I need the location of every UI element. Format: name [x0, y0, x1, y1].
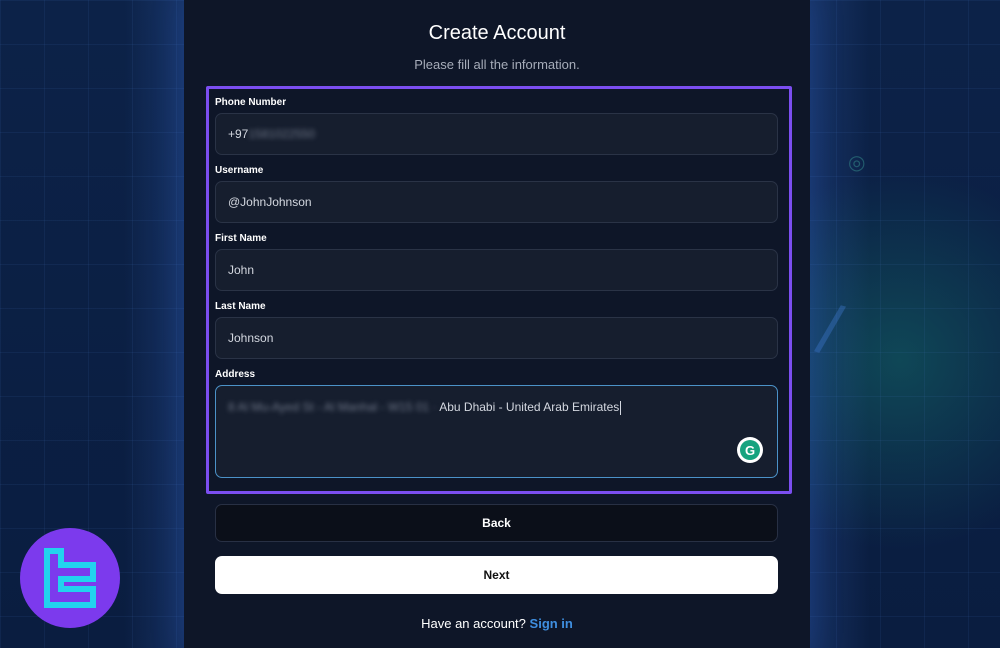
back-button[interactable]: Back: [215, 504, 778, 542]
page-title: Create Account: [428, 22, 566, 44]
background-glow-left: [124, 0, 184, 648]
page-subtitle: Please fill all the information.: [414, 57, 580, 72]
phone-value-blurred: 1581022550: [248, 127, 316, 141]
address-label: Address: [215, 369, 256, 380]
phone-input[interactable]: +97 1581022550: [215, 113, 778, 155]
phone-label: Phone Number: [215, 97, 287, 108]
address-textarea[interactable]: 8 Al Mu-Ayed St - Al Manhal - W15 01 · A…: [215, 385, 778, 478]
signin-link[interactable]: Sign in: [530, 616, 573, 631]
signin-prompt-text: Have an account?: [421, 616, 526, 631]
address-value-visible: Abu Dhabi - United Arab Emirates: [439, 400, 620, 414]
last-name-label: Last Name: [215, 301, 266, 312]
first-name-value: John: [228, 263, 255, 277]
background-dot-icon: ◎: [848, 152, 866, 174]
first-name-input[interactable]: John: [215, 249, 778, 291]
grammarly-icon[interactable]: G: [737, 437, 763, 463]
username-input[interactable]: @JohnJohnson: [215, 181, 778, 223]
signin-prompt: Have an account? Sign in: [184, 616, 810, 631]
last-name-input[interactable]: Johnson: [215, 317, 778, 359]
grammarly-letter: G: [740, 440, 760, 460]
first-name-label: First Name: [215, 233, 267, 244]
text-caret: [620, 400, 622, 415]
username-label: Username: [215, 165, 264, 176]
next-button[interactable]: Next: [215, 556, 778, 594]
create-account-panel: Create Account Please fill all the infor…: [184, 0, 810, 648]
background-stroke-icon: /: [810, 289, 850, 371]
address-value-blurred: 8 Al Mu-Ayed St - Al Manhal - W15 01 ·: [228, 400, 437, 414]
username-value: @JohnJohnson: [228, 195, 312, 209]
phone-value-visible: +97: [228, 127, 249, 141]
brand-logo: [20, 528, 120, 628]
brand-logo-icon: [44, 548, 96, 608]
last-name-value: Johnson: [228, 331, 274, 345]
